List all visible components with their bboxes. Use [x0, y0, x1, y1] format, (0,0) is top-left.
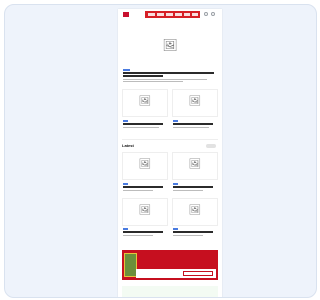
user-icon[interactable] — [211, 12, 215, 16]
lead-story-image[interactable]: 🖼 — [122, 23, 218, 67]
nav-item[interactable] — [175, 13, 182, 16]
site-logo[interactable] — [123, 12, 129, 17]
lead-story-headline-line2[interactable] — [123, 75, 163, 77]
latest-card-headline[interactable] — [123, 231, 163, 233]
latest-card-meta — [123, 190, 153, 191]
nav-item[interactable] — [166, 13, 173, 16]
latest-card-image[interactable]: 🖼 — [122, 198, 168, 226]
latest-card-tag[interactable] — [173, 228, 178, 230]
story-card-meta — [173, 127, 209, 128]
site-header — [118, 9, 222, 20]
image-placeholder-icon: 🖼 — [188, 96, 202, 107]
nav-item[interactable] — [192, 13, 198, 16]
latest-card-meta — [123, 235, 153, 236]
image-placeholder-icon: 🖼 — [138, 96, 152, 107]
latest-section-title: Latest — [122, 143, 134, 148]
image-placeholder-icon: 🖼 — [188, 159, 202, 170]
latest-card-headline[interactable] — [123, 186, 163, 188]
story-card-image[interactable]: 🖼 — [122, 89, 168, 117]
main-nav — [145, 11, 200, 18]
image-placeholder-icon: 🖼 — [188, 205, 202, 216]
nav-item[interactable] — [148, 13, 155, 16]
story-card-tag[interactable] — [173, 120, 178, 122]
promo-cta-button[interactable] — [183, 271, 213, 276]
newsletter-signup — [122, 286, 218, 297]
search-icon[interactable] — [204, 12, 208, 16]
latest-card-image[interactable]: 🖼 — [122, 152, 168, 180]
nav-item[interactable] — [184, 13, 190, 16]
image-placeholder-icon: 🖼 — [138, 159, 152, 170]
nav-item[interactable] — [157, 13, 164, 16]
latest-card-meta — [173, 235, 203, 236]
latest-card-image[interactable]: 🖼 — [172, 198, 218, 226]
latest-card-headline[interactable] — [173, 186, 213, 188]
story-card-headline[interactable] — [123, 123, 163, 125]
latest-card-tag[interactable] — [123, 228, 128, 230]
lead-story-headline[interactable] — [123, 72, 214, 74]
latest-card-tag[interactable] — [123, 183, 128, 185]
section-divider — [122, 139, 218, 140]
story-card-headline[interactable] — [173, 123, 213, 125]
promo-cta-bar — [136, 269, 216, 278]
news-page: 🖼 🖼 🖼 Latest 🖼 🖼 🖼 🖼 — [118, 9, 222, 297]
browser-frame: 🖼 🖼 🖼 Latest 🖼 🖼 🖼 🖼 — [4, 4, 317, 298]
story-card-meta — [123, 127, 159, 128]
latest-card-tag[interactable] — [173, 183, 178, 185]
latest-card-image[interactable]: 🖼 — [172, 152, 218, 180]
promo-banner[interactable] — [122, 250, 218, 280]
image-placeholder-icon: 🖼 — [138, 205, 152, 216]
latest-card-meta — [173, 190, 203, 191]
image-placeholder-icon: 🖼 — [162, 38, 178, 52]
lead-story-meta-line2 — [123, 81, 183, 82]
lead-story-meta — [123, 79, 207, 80]
latest-card-headline[interactable] — [173, 231, 213, 233]
story-card-image[interactable]: 🖼 — [172, 89, 218, 117]
lead-story-tag[interactable] — [123, 69, 130, 71]
story-card-tag[interactable] — [123, 120, 128, 122]
latest-more-button[interactable] — [206, 144, 216, 148]
